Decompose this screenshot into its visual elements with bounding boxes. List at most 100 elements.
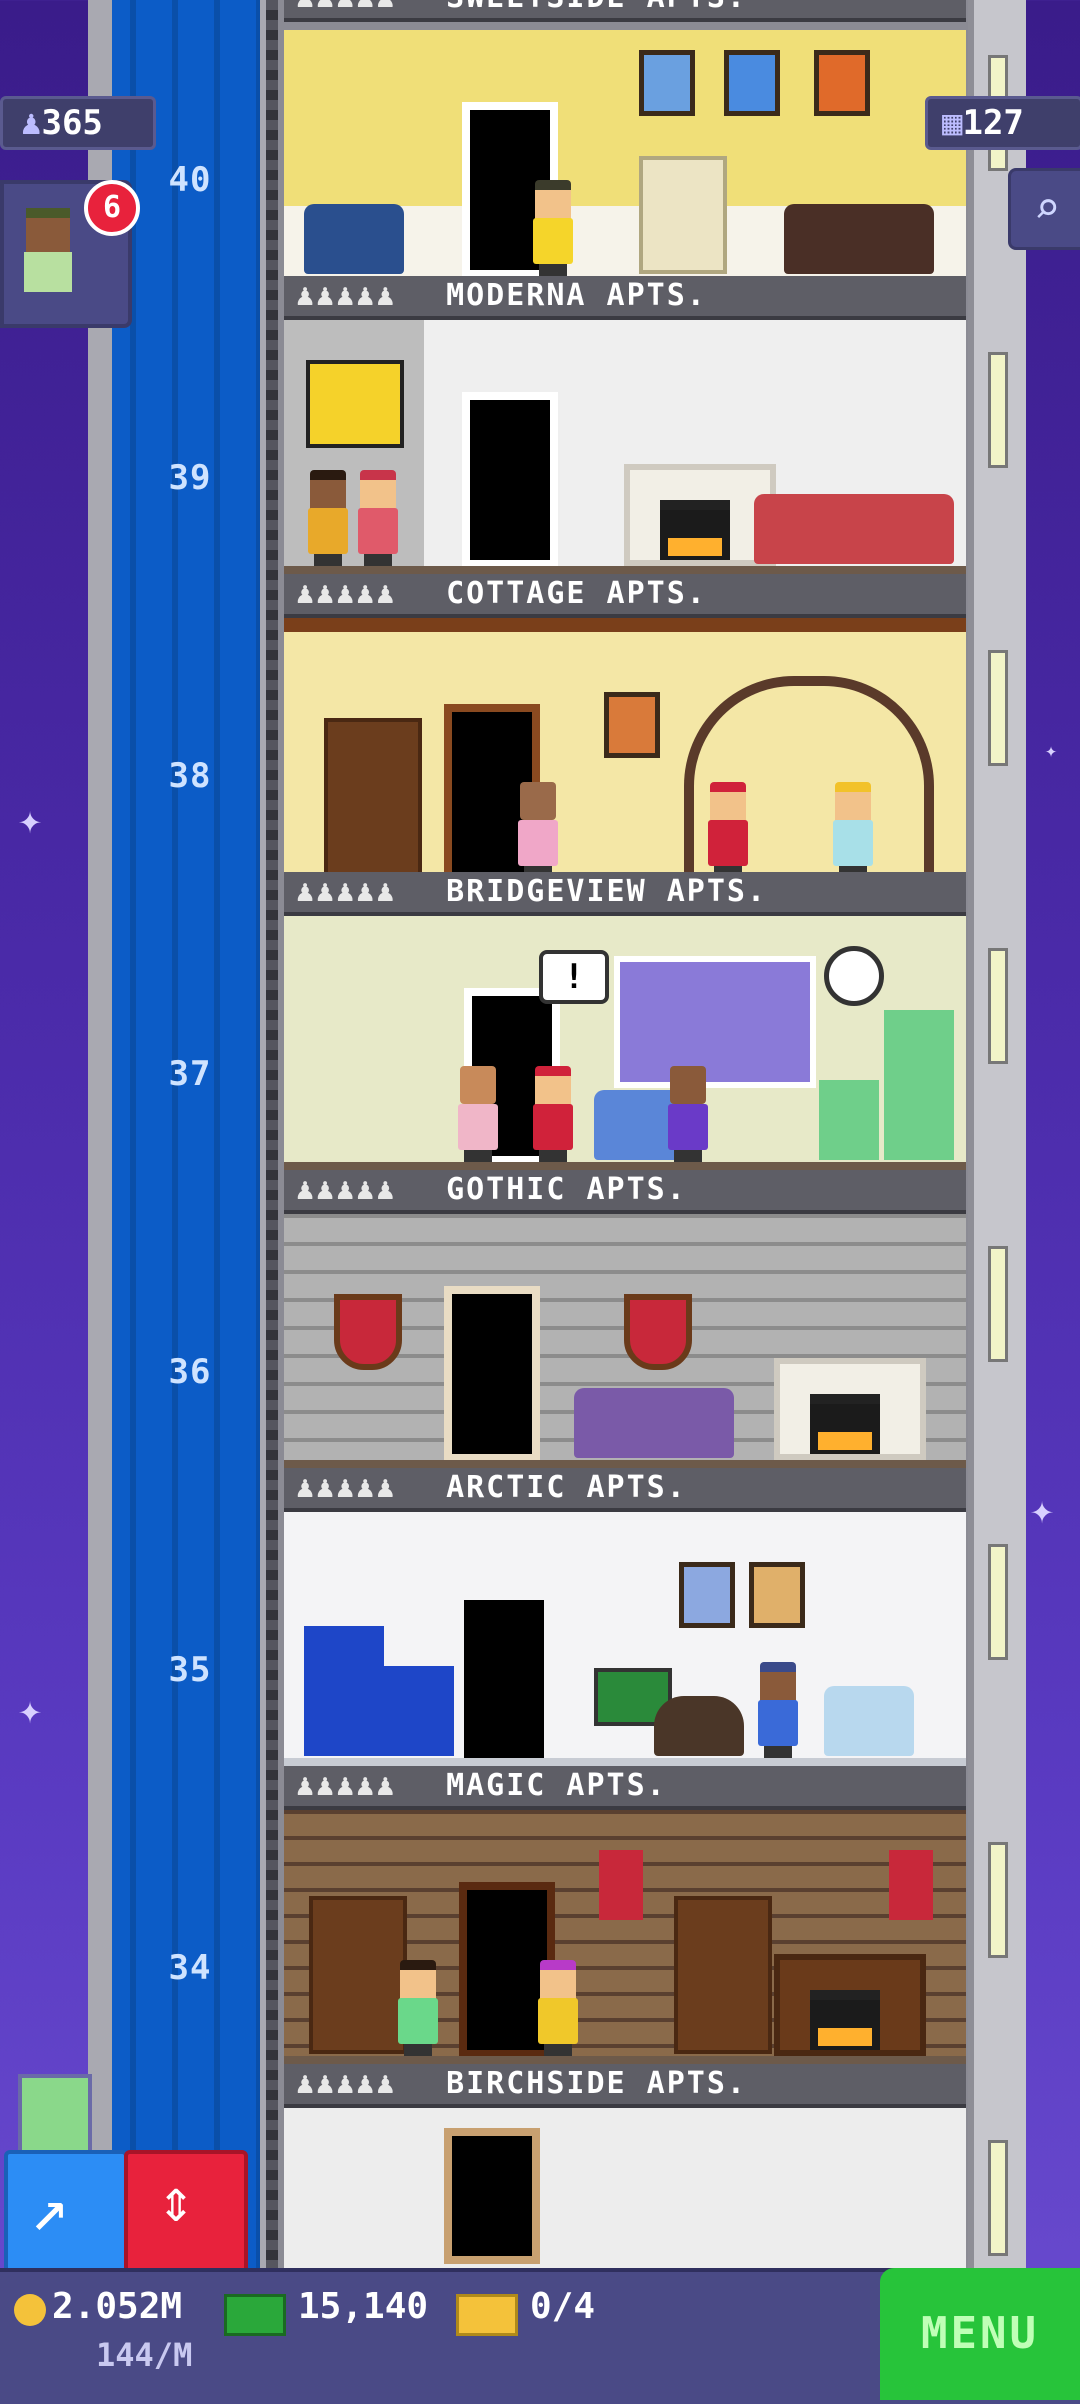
floor-name: MODERNA APTS. xyxy=(446,278,707,313)
floor-room[interactable] xyxy=(284,320,966,574)
resident[interactable] xyxy=(529,180,577,276)
room-door xyxy=(464,1600,544,1760)
tower-window xyxy=(988,352,1008,468)
bookshelf xyxy=(309,1896,407,2054)
floor-34[interactable]: ♟♟♟♟♟ MAGIC APTS. xyxy=(284,1766,966,2064)
wall-clock xyxy=(824,946,884,1006)
floor-number: 35 xyxy=(168,1650,212,1690)
floor-number: 36 xyxy=(168,1352,212,1392)
wall-banner xyxy=(599,1850,643,1920)
floor-label-bar: ♟♟♟♟♟ MAGIC APTS. xyxy=(284,1766,966,1810)
resident[interactable] xyxy=(394,1960,442,2056)
sofa xyxy=(754,494,954,564)
bux-icon xyxy=(224,2294,286,2336)
walrus xyxy=(654,1696,744,1756)
wall-picture xyxy=(639,50,695,116)
floor-38[interactable]: ♟♟♟♟♟ COTTAGE APTS. xyxy=(284,574,966,886)
floor-room[interactable] xyxy=(284,1512,966,1766)
room-door xyxy=(462,392,558,568)
bitizen-card[interactable]: 6 xyxy=(0,180,140,328)
speech-bubble[interactable]: ! xyxy=(539,950,609,1004)
resident[interactable] xyxy=(529,1066,577,1162)
fries-icon[interactable] xyxy=(18,2074,92,2156)
floor-room[interactable] xyxy=(284,1214,966,1468)
wall-picture xyxy=(604,692,660,758)
resident[interactable] xyxy=(754,1662,802,1758)
floor-39[interactable]: ♟♟♟♟♟ MODERNA APTS. xyxy=(284,276,966,574)
elevator-rail xyxy=(266,0,278,2270)
floor-name: BRIDGEVIEW APTS. xyxy=(446,874,768,909)
bookshelf xyxy=(324,718,422,876)
floor-number: 38 xyxy=(168,756,212,796)
room-door xyxy=(444,2128,540,2264)
star-decoration: ✦ xyxy=(1030,1487,1055,1533)
floor-label-bar: ♟♟♟♟♟ MODERNA APTS. xyxy=(284,276,966,320)
bux-value: 15,140 xyxy=(298,2286,429,2327)
resident[interactable] xyxy=(304,470,352,566)
resident[interactable] xyxy=(514,782,562,878)
floor-name: ARCTIC APTS. xyxy=(446,1470,687,1505)
bitizen-avatar xyxy=(18,208,78,298)
resident[interactable] xyxy=(454,1066,502,1162)
floor-label-bar: ♟♟♟♟♟ COTTAGE APTS. xyxy=(284,574,966,618)
tower-window xyxy=(988,948,1008,1064)
armchair xyxy=(304,204,404,274)
menu-button[interactable]: MENU xyxy=(880,2268,1080,2400)
floor-room[interactable] xyxy=(284,30,966,284)
wall-picture xyxy=(679,1562,735,1628)
resident[interactable] xyxy=(829,782,877,878)
wall-picture xyxy=(814,50,870,116)
floor-label-bar: ♟♟♟♟♟ ARCTIC APTS. xyxy=(284,1468,966,1512)
search-icon[interactable]: ⌕ xyxy=(1008,168,1080,250)
wall-art xyxy=(306,360,404,448)
room-door xyxy=(444,1286,540,1462)
floors-counter[interactable]: ▦127 xyxy=(925,96,1080,150)
move-button[interactable]: ↗ xyxy=(4,2150,128,2274)
move-arrow-icon: ↗ xyxy=(30,2172,69,2246)
fireplace xyxy=(774,1954,926,2056)
coin-rate: 144/M xyxy=(96,2336,193,2374)
resident[interactable] xyxy=(354,470,402,566)
elevator-shaft[interactable] xyxy=(112,0,260,2270)
tower-window xyxy=(988,650,1008,766)
floor-number: 40 xyxy=(168,160,212,200)
star-decoration: ✦ xyxy=(18,797,43,843)
ticket-icon xyxy=(456,2294,518,2336)
bookshelf xyxy=(674,1896,772,2054)
fireplace xyxy=(774,1358,926,1460)
tickets-value: 0/4 xyxy=(530,2286,596,2327)
floor-37[interactable]: ♟♟♟♟♟ BRIDGEVIEW APTS. ! xyxy=(284,872,966,1170)
arcade-machine xyxy=(639,156,727,274)
stove xyxy=(819,1080,879,1160)
floor-room[interactable]: ! xyxy=(284,916,966,1170)
resident[interactable] xyxy=(664,1066,712,1162)
elevator-arrow-icon: ⇕ xyxy=(158,2166,195,2236)
wall-banner xyxy=(889,1850,933,1920)
cabinet xyxy=(379,1666,454,1756)
coins-value: 2.052M xyxy=(52,2286,183,2327)
floor-name: GOTHIC APTS. xyxy=(446,1172,687,1207)
floor-40[interactable] xyxy=(284,0,966,284)
floors-grid-icon: ▦ xyxy=(942,103,963,143)
population-counter[interactable]: ♟365 xyxy=(0,96,156,150)
floor-36[interactable]: ♟♟♟♟♟ GOTHIC APTS. xyxy=(284,1170,966,1468)
armchair xyxy=(824,1686,914,1756)
floor-number: 34 xyxy=(168,1948,212,1988)
floor-label-bar: ♟♟♟♟♟ GOTHIC APTS. xyxy=(284,1170,966,1214)
resident[interactable] xyxy=(534,1960,582,2056)
floor-number: 39 xyxy=(168,458,212,498)
floor-room[interactable] xyxy=(284,618,966,886)
notification-badge: 6 xyxy=(84,180,140,236)
wall-picture xyxy=(749,1562,805,1628)
floor-35[interactable]: ♟♟♟♟♟ ARCTIC APTS. xyxy=(284,1468,966,1766)
star-decoration: ✦ xyxy=(18,1687,43,1733)
resident[interactable] xyxy=(704,782,752,878)
floor-room[interactable] xyxy=(284,1810,966,2064)
wall-picture xyxy=(724,50,780,116)
population-icon: ♟ xyxy=(21,103,42,143)
floor-room[interactable] xyxy=(284,2108,966,2270)
floor-label-bar: ♟♟♟♟♟ BRIDGEVIEW APTS. xyxy=(284,872,966,916)
sofa xyxy=(784,204,934,274)
floor-33[interactable]: ♟♟♟♟♟ BIRCHSIDE APTS. xyxy=(284,2064,966,2270)
elevator-button[interactable]: ⇕ xyxy=(124,2150,248,2274)
